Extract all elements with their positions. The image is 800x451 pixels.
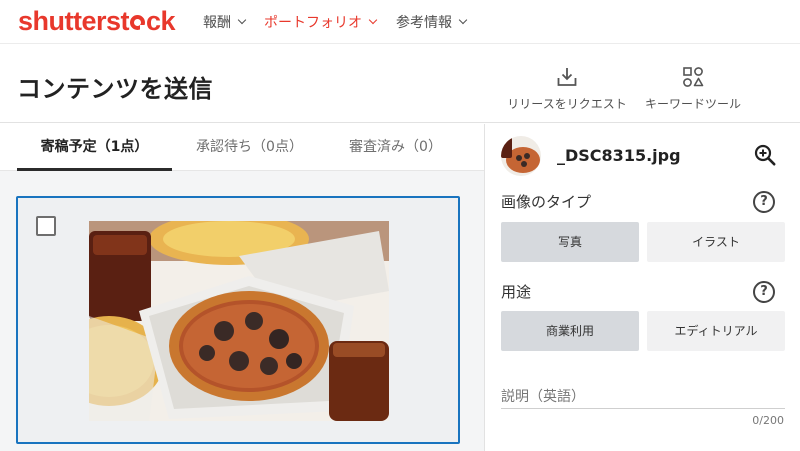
- file-name: _DSC8315.jpg: [557, 146, 681, 165]
- release-request-button[interactable]: リリースをリクエスト: [502, 65, 632, 112]
- help-icon[interactable]: ?: [753, 191, 775, 213]
- chevron-down-icon: [368, 15, 378, 25]
- usage-label: 用途: [501, 283, 532, 301]
- shutterstock-logo[interactable]: shutterst ck: [18, 4, 176, 38]
- release-request-label: リリースをリクエスト: [507, 97, 627, 111]
- content-thumbnail[interactable]: [89, 221, 389, 421]
- pizza-thumbnail-image: [501, 136, 541, 176]
- character-counter: 0/200: [752, 414, 784, 427]
- file-thumbnail: [501, 136, 541, 176]
- select-checkbox[interactable]: [36, 216, 56, 236]
- chevron-down-icon: [458, 15, 468, 25]
- image-type-illustration-option[interactable]: イラスト: [647, 222, 785, 262]
- top-navigation: shutterst ck 報酬 ポートフォリオ 参考情報: [0, 0, 800, 44]
- pizza-photo-image: [89, 221, 389, 421]
- logo-text-right: ck: [146, 6, 176, 36]
- image-type-label: 画像のタイプ: [501, 193, 592, 211]
- keyword-tool-button[interactable]: キーワードツール: [628, 65, 758, 112]
- description-underline: [501, 408, 785, 409]
- image-type-photo-option[interactable]: 写真: [501, 222, 639, 262]
- page-title: コンテンツを送信: [17, 75, 213, 103]
- nav-item-label: 参考情報: [396, 15, 452, 31]
- nav-item-portfolio[interactable]: ポートフォリオ: [264, 0, 378, 44]
- help-icon[interactable]: ?: [753, 281, 775, 303]
- logo-text-left: shutterst: [18, 6, 130, 36]
- tab-reviewed[interactable]: 審査済み（0）: [318, 124, 473, 171]
- nav-item-label: ポートフォリオ: [264, 15, 362, 31]
- page-header: コンテンツを送信 リリースをリクエスト キーワードツール: [0, 45, 800, 123]
- nav-item-resources[interactable]: 参考情報: [396, 0, 468, 44]
- download-tray-icon: [557, 68, 577, 86]
- usage-commercial-option[interactable]: 商業利用: [501, 311, 639, 351]
- tab-to-submit[interactable]: 寄稿予定（1点）: [17, 124, 172, 171]
- content-card[interactable]: [16, 196, 460, 444]
- zoom-in-icon[interactable]: [753, 143, 777, 167]
- content-list-area: 寄稿予定（1点） 承認待ち（0点） 審査済み（0）: [0, 124, 484, 451]
- keyword-tool-label: キーワードツール: [644, 97, 741, 111]
- usage-editorial-option[interactable]: エディトリアル: [647, 311, 785, 351]
- details-panel: _DSC8315.jpg 画像のタイプ ? 写真 イラスト 用途 ? 商業利用 …: [484, 124, 800, 451]
- shapes-icon: [683, 67, 704, 87]
- chevron-down-icon: [237, 15, 247, 25]
- status-tabs: 寄稿予定（1点） 承認待ち（0点） 審査済み（0）: [0, 124, 484, 171]
- nav-item-earnings[interactable]: 報酬: [203, 0, 247, 44]
- tab-pending[interactable]: 承認待ち（0点）: [172, 124, 327, 171]
- nav-item-label: 報酬: [203, 15, 231, 31]
- logo-o-mark: [130, 15, 147, 31]
- description-input[interactable]: 説明（英語）: [501, 386, 585, 406]
